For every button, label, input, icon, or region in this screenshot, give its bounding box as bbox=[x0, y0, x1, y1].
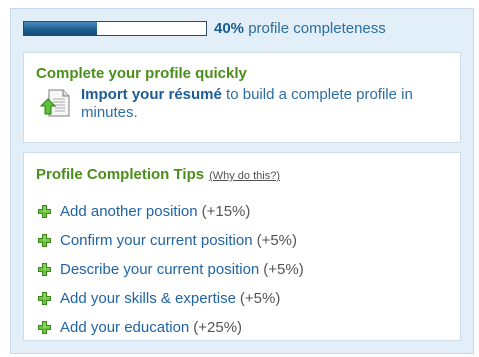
profile-progress: 40% profile completeness bbox=[23, 20, 386, 37]
progress-bar bbox=[23, 21, 207, 36]
tip-item[interactable]: Add your skills & expertise (+5%) bbox=[38, 284, 304, 313]
quick-complete-title: Complete your profile quickly bbox=[36, 65, 247, 82]
tip-item[interactable]: Confirm your current position (+5%) bbox=[38, 226, 304, 255]
tip-item[interactable]: Describe your current position (+5%) bbox=[38, 255, 304, 284]
completion-tips-card: Profile Completion Tips (Why do this?) Ad… bbox=[23, 152, 461, 341]
quick-complete-card: Complete your profile quickly Import you… bbox=[23, 52, 461, 143]
progress-percent: 40% bbox=[214, 20, 245, 37]
profile-completeness-widget: 40% profile completeness Complete your p… bbox=[10, 8, 474, 354]
why-do-this-link[interactable]: (Why do this?) bbox=[209, 170, 280, 182]
green-plus-icon bbox=[38, 205, 51, 218]
tip-label[interactable]: Add another position bbox=[60, 203, 198, 220]
tip-bonus: (+15%) bbox=[201, 203, 251, 220]
tip-bonus: (+5%) bbox=[263, 261, 304, 278]
green-plus-icon bbox=[38, 292, 51, 305]
progress-label: 40% profile completeness bbox=[214, 20, 386, 37]
progress-caption: profile completeness bbox=[248, 20, 386, 37]
import-resume-text: Import your résumé to build a complete p… bbox=[81, 86, 456, 122]
tip-label[interactable]: Add your skills & expertise bbox=[60, 290, 236, 307]
tip-bonus: (+25%) bbox=[193, 319, 243, 336]
green-plus-icon bbox=[38, 234, 51, 247]
import-resume-link[interactable]: Import your résumé bbox=[81, 86, 222, 103]
tips-list: Add another position (+15%) Confirm your c… bbox=[38, 197, 304, 342]
tip-item[interactable]: Add your education (+25%) bbox=[38, 313, 304, 342]
import-document-icon[interactable] bbox=[40, 89, 70, 121]
tip-label[interactable]: Add your education bbox=[60, 319, 189, 336]
tip-label[interactable]: Describe your current position bbox=[60, 261, 259, 278]
progress-bar-fill bbox=[24, 22, 97, 35]
tip-bonus: (+5%) bbox=[256, 232, 298, 249]
tip-label[interactable]: Confirm your current position bbox=[60, 232, 253, 249]
green-plus-icon bbox=[38, 321, 51, 334]
completion-tips-header: Profile Completion Tips (Why do this?) bbox=[36, 166, 280, 183]
tip-bonus: (+5%) bbox=[239, 290, 281, 307]
completion-tips-title: Profile Completion Tips bbox=[36, 166, 205, 183]
green-plus-icon bbox=[38, 263, 51, 276]
tip-item[interactable]: Add another position (+15%) bbox=[38, 197, 304, 226]
